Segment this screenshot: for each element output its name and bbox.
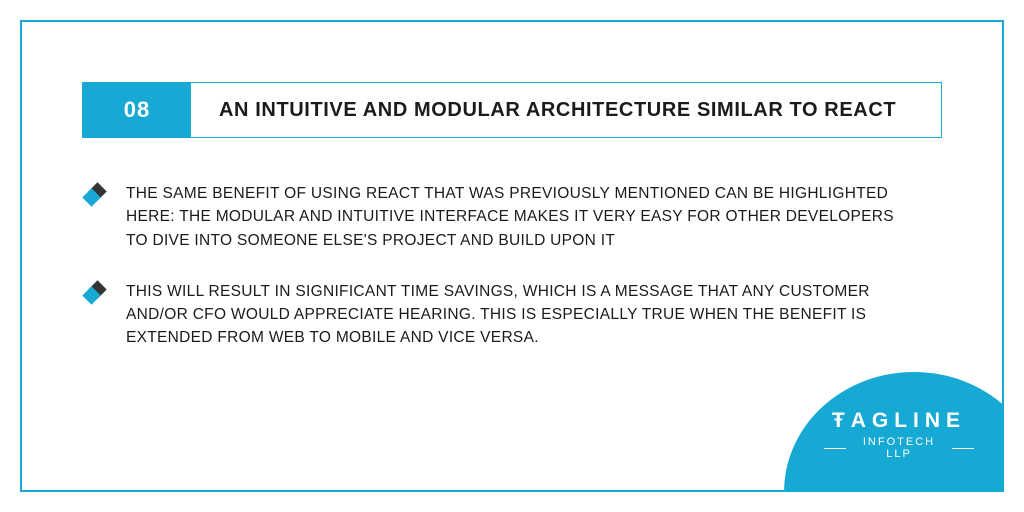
diamond-bullet-icon [82,280,110,308]
bullet-text: THIS WILL RESULT IN SIGNIFICANT TIME SAV… [126,280,906,350]
slide-header: 08 AN INTUITIVE AND MODULAR ARCHITECTURE… [82,82,942,138]
brand-logo: ŦAGLINE INFOTECH LLP [824,409,974,460]
slide-content: THE SAME BENEFIT OF USING REACT THAT WAS… [82,182,942,378]
slide-title: AN INTUITIVE AND MODULAR ARCHITECTURE SI… [191,83,941,137]
bullet-text: THE SAME BENEFIT OF USING REACT THAT WAS… [126,182,906,252]
diamond-bullet-icon [82,182,110,210]
brand-name: ŦAGLINE [824,409,974,433]
slide-number-badge: 08 [83,83,191,137]
bullet-item: THIS WILL RESULT IN SIGNIFICANT TIME SAV… [82,280,942,350]
slide-frame: 08 AN INTUITIVE AND MODULAR ARCHITECTURE… [20,20,1004,492]
bullet-item: THE SAME BENEFIT OF USING REACT THAT WAS… [82,182,942,252]
brand-subtitle: INFOTECH LLP [824,436,974,460]
